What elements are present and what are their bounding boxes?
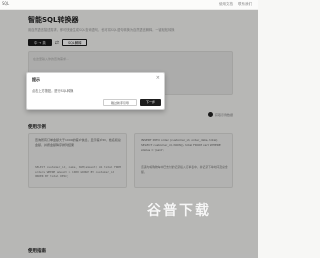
close-icon[interactable]: ×	[156, 76, 160, 81]
top-nav: 使用文档 联系我们	[219, 2, 252, 7]
brand-logo[interactable]: SQL	[2, 1, 9, 6]
top-bar: SQL 使用文档 联系我们	[0, 0, 258, 10]
next-step-button[interactable]: 下一步	[139, 99, 161, 106]
nav-contact-link[interactable]: 联系我们	[238, 2, 252, 7]
dialog-body: 点击上方按钮，进行SQL转换	[32, 89, 74, 93]
nav-docs-link[interactable]: 使用文档	[219, 2, 233, 7]
watermark-text: 谷普下载	[147, 203, 211, 219]
dialog-title: 提示	[32, 77, 40, 82]
skip-guide-button[interactable]: 跳过新手引导	[102, 99, 137, 106]
dialog-footer: 跳过新手引导 下一步	[32, 99, 161, 107]
guide-dialog: 提示 × 点击上方按钮，进行SQL转换 跳过新手引导 下一步	[26, 72, 165, 110]
modal-overlay[interactable]	[0, 10, 258, 258]
